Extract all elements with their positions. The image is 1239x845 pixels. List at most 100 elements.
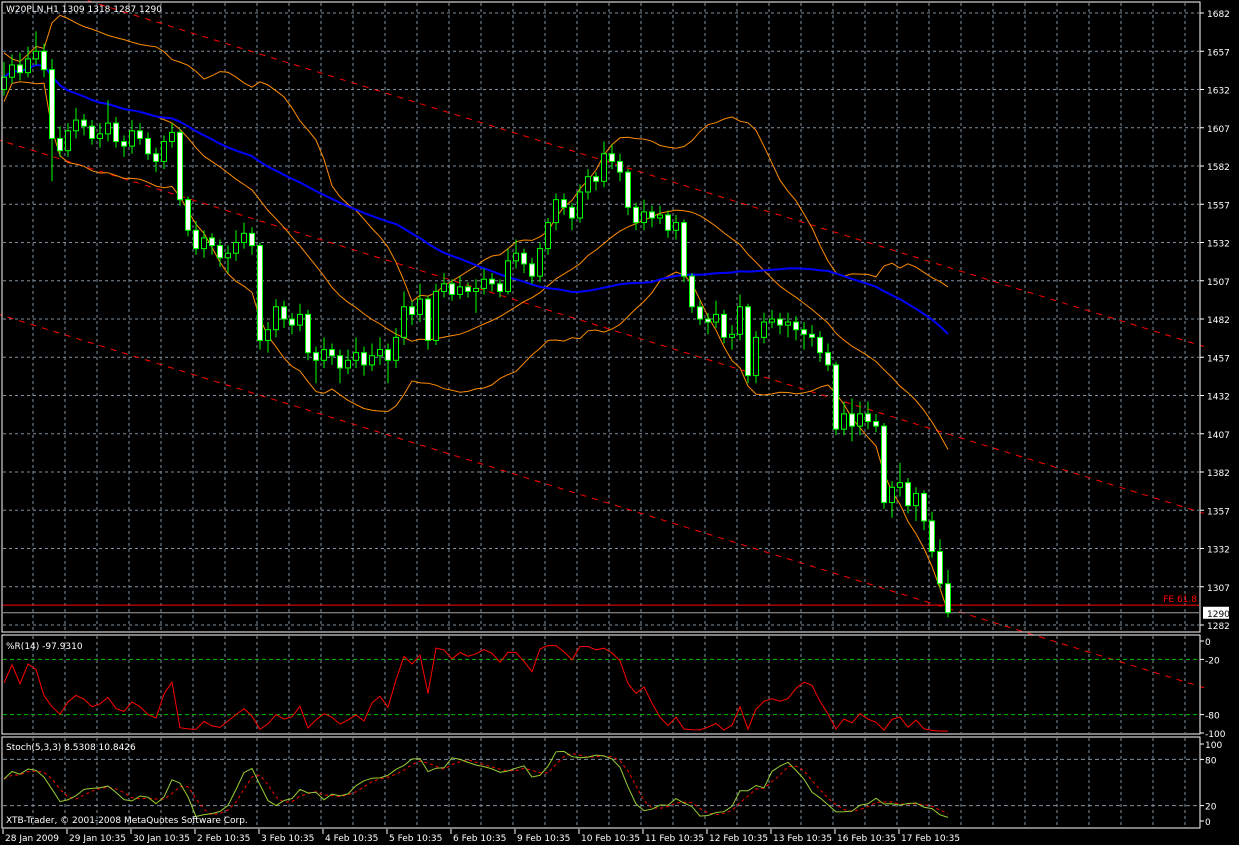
candle (9, 64, 15, 78)
time-tick-label: 28 Jan 2009 (5, 834, 59, 844)
candle (209, 237, 215, 247)
candle (337, 355, 343, 369)
candle (73, 119, 79, 132)
current-price-label: 1290 (1207, 610, 1230, 620)
oscillators (3, 644, 1199, 818)
candle (505, 260, 511, 292)
stoch-tick-label: 0 (1205, 818, 1211, 828)
candle (769, 318, 775, 323)
candle (777, 318, 783, 326)
candle (905, 482, 911, 507)
candle (625, 171, 631, 208)
williams-r-line (3, 644, 948, 732)
candle (673, 222, 679, 231)
candle (313, 352, 319, 361)
candle (113, 122, 119, 143)
price-tick-label: 1357 (1207, 507, 1230, 517)
candle (561, 199, 567, 208)
candle (193, 229, 199, 250)
candle (641, 211, 647, 224)
candle (513, 252, 519, 262)
candle (649, 211, 655, 219)
candle (129, 130, 135, 147)
time-tick-label: 2 Feb 10:35 (197, 834, 250, 844)
price-tick-label: 1607 (1207, 125, 1230, 135)
williams-r-label: %R(14) -97.9310 (6, 642, 83, 652)
candle (345, 359, 351, 369)
candle (417, 298, 423, 315)
candle (201, 237, 207, 250)
candle (609, 153, 615, 162)
candle (817, 336, 823, 354)
time-tick-label: 30 Jan 10:35 (133, 834, 190, 844)
price-tick-label: 1632 (1207, 87, 1230, 97)
candle (25, 58, 31, 74)
candle (57, 137, 63, 152)
candle (881, 425, 887, 504)
candle (281, 306, 287, 320)
channel-lines (0, 0, 1205, 689)
candle (545, 222, 551, 250)
price-tick-label: 1407 (1207, 431, 1230, 441)
candle (401, 306, 407, 338)
grid (3, 3, 1199, 827)
axes: 1682 1657 1632 1607 1582 1557 1532 1507 1482 1457… (2, 10, 1230, 844)
candle (785, 321, 791, 326)
candle (537, 248, 543, 277)
fibo-expansion-label: FE 61.8 (1163, 595, 1197, 605)
candle (529, 263, 535, 277)
candle (497, 283, 503, 292)
candle (97, 133, 103, 139)
candle (137, 130, 143, 139)
candle (601, 153, 607, 182)
candle (121, 141, 127, 147)
stoch-tick-label: 100 (1205, 741, 1222, 751)
time-tick-label: 6 Feb 10:35 (453, 834, 506, 844)
price-tick-label: 1557 (1207, 201, 1230, 211)
candles (1, 31, 951, 618)
price-indicators (3, 14, 949, 613)
price-tick-label: 1457 (1207, 354, 1230, 364)
candle (153, 153, 159, 162)
candle (761, 321, 767, 338)
candle (409, 306, 415, 315)
candle (369, 355, 375, 366)
price-tick-label: 1432 (1207, 393, 1230, 403)
time-tick-label: 3 Feb 10:35 (261, 834, 314, 844)
price-tick-label: 1507 (1207, 278, 1230, 288)
candle (945, 583, 951, 614)
candle (105, 122, 111, 135)
time-tick-label: 11 Feb 10:35 (645, 834, 704, 844)
candle (577, 191, 583, 219)
candle (729, 333, 735, 338)
candle (145, 137, 151, 155)
candle (481, 278, 487, 289)
time-tick-label: 4 Feb 10:35 (325, 834, 378, 844)
williams-r-tick-label: -20 (1205, 656, 1220, 666)
candle (161, 141, 167, 162)
time-tick-label: 9 Feb 10:35 (517, 834, 570, 844)
candle (441, 283, 447, 292)
time-tick-label: 12 Feb 10:35 (709, 834, 768, 844)
candle (321, 349, 327, 361)
candle (81, 119, 87, 127)
stoch-tick-label: 80 (1205, 756, 1217, 766)
candle (273, 306, 279, 331)
candle (257, 245, 263, 341)
candle (361, 352, 367, 366)
candle (185, 199, 191, 231)
price-tick-label: 1532 (1207, 240, 1230, 250)
price-tick-label: 1682 (1207, 10, 1230, 20)
candle (89, 125, 95, 139)
candle (633, 206, 639, 224)
time-tick-label: 16 Feb 10:35 (837, 834, 896, 844)
candle (65, 130, 71, 152)
candle (897, 482, 903, 488)
trading-chart[interactable]: FE 61.8 1682 1657 1632 1607 1582 1557 1532 1507… (0, 0, 1239, 845)
price-tick-label: 1332 (1207, 546, 1230, 556)
bollinger-lower-line (3, 81, 949, 613)
horizontal-lines: FE 61.8 (3, 595, 1199, 614)
candle (225, 252, 231, 259)
candle (217, 245, 223, 259)
candle (385, 349, 391, 361)
